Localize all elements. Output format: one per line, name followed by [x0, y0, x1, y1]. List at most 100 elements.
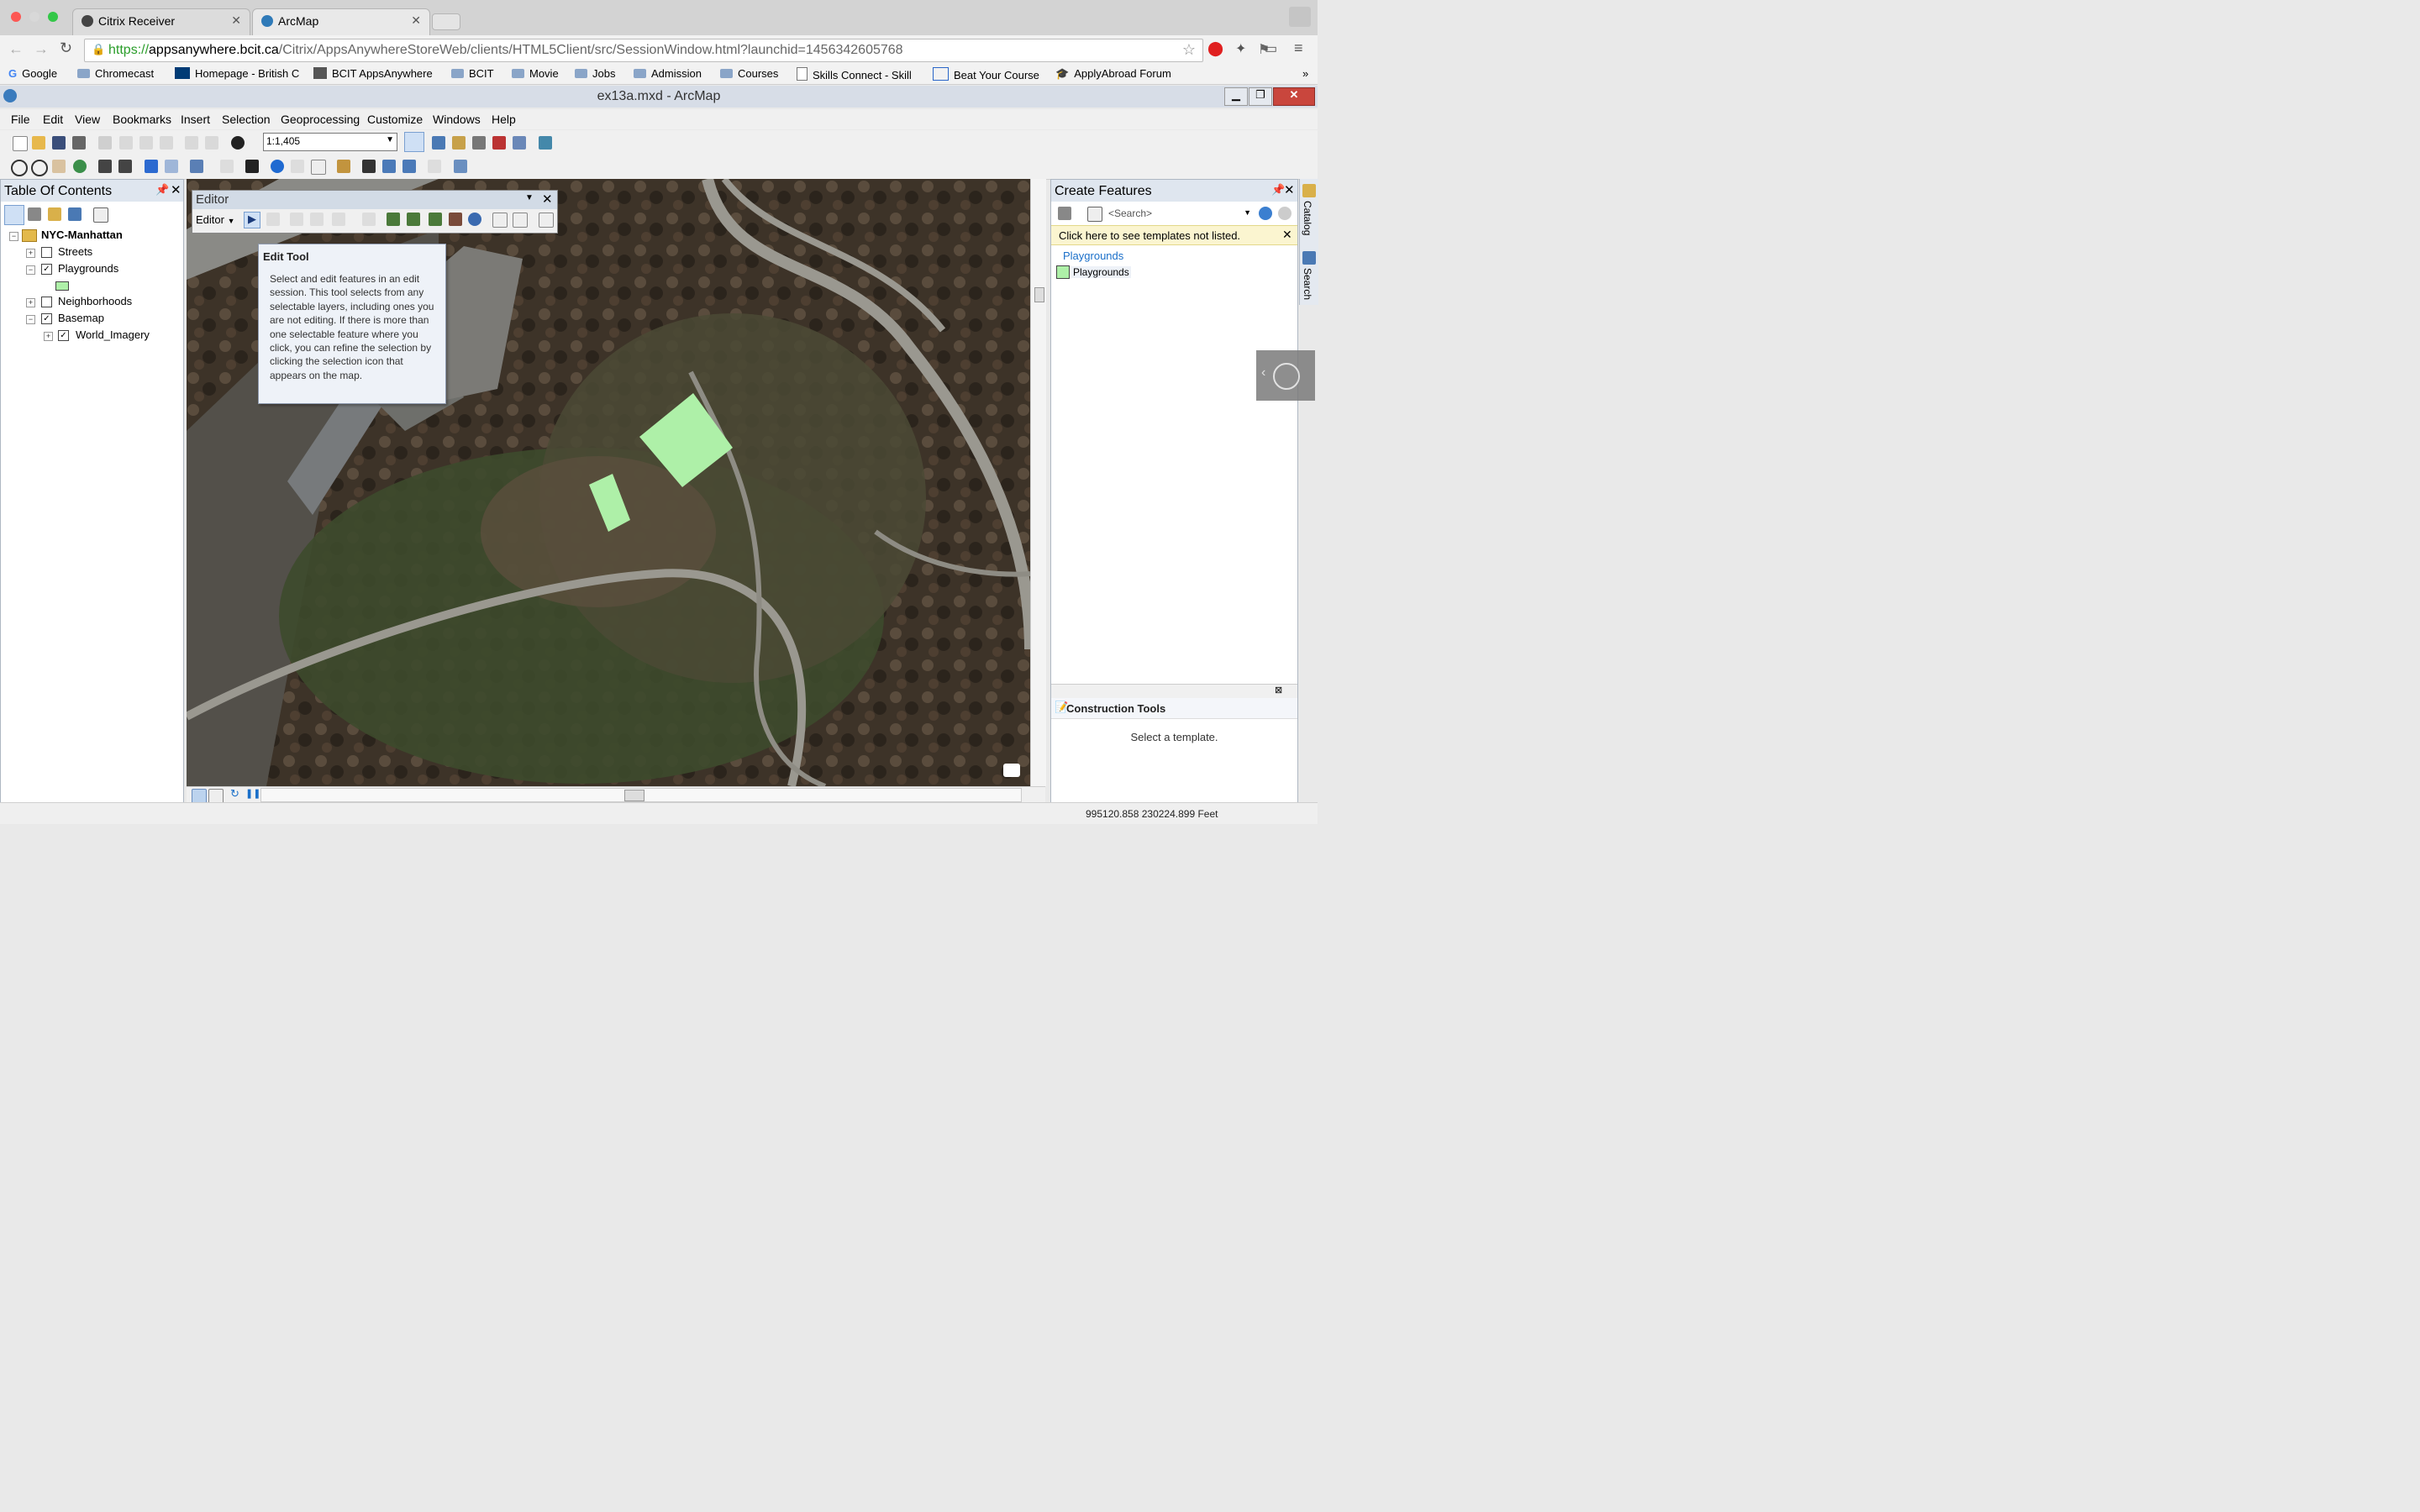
- pause-drawing-icon[interactable]: ❚❚: [245, 788, 260, 799]
- template-search-input[interactable]: <Search> ▼: [1107, 206, 1251, 221]
- undo-icon[interactable]: [185, 136, 198, 150]
- bookmark-chromecast[interactable]: Chromecast: [77, 67, 154, 80]
- playgrounds-symbol[interactable]: [55, 281, 69, 291]
- bookmark-google[interactable]: G Google: [8, 67, 57, 80]
- catalog-window-icon[interactable]: [452, 136, 466, 150]
- chevron-down-icon[interactable]: ▼: [1244, 208, 1251, 217]
- toc-close-icon[interactable]: ✕: [171, 182, 182, 197]
- measure-icon[interactable]: [337, 160, 350, 173]
- fixed-zoom-out-icon[interactable]: [118, 160, 132, 173]
- bookmark-movie[interactable]: Movie: [512, 67, 559, 80]
- menu-insert[interactable]: Insert: [181, 113, 210, 126]
- address-bar[interactable]: 🔒 https://appsanywhere.bcit.ca/Citrix/Ap…: [84, 39, 1203, 62]
- refresh-icon[interactable]: ↻: [230, 787, 239, 801]
- menu-view[interactable]: View: [75, 113, 100, 126]
- organize-templates-icon[interactable]: [1087, 207, 1102, 222]
- layer-visibility-checkbox[interactable]: ✓: [41, 313, 52, 324]
- menu-file[interactable]: File: [11, 113, 30, 126]
- layer-visibility-checkbox[interactable]: [41, 297, 52, 307]
- star-icon[interactable]: ☆: [1182, 41, 1196, 59]
- profile-icon[interactable]: [1289, 7, 1311, 27]
- open-icon[interactable]: [32, 136, 45, 150]
- cast-icon[interactable]: ▭: [1265, 40, 1277, 57]
- maximize-window-icon[interactable]: [48, 12, 58, 22]
- panel-close-icon[interactable]: ✕: [1284, 182, 1295, 197]
- save-icon[interactable]: [52, 136, 66, 150]
- select-elements-icon[interactable]: [245, 160, 259, 173]
- map-vertical-scrollbar[interactable]: [1030, 179, 1046, 786]
- bookmark-homepage[interactable]: Homepage - British C: [175, 67, 299, 80]
- layer-world-imagery[interactable]: World_Imagery: [76, 328, 150, 341]
- editor-toolbar-icon[interactable]: [404, 132, 424, 152]
- split-icon[interactable]: [449, 213, 462, 226]
- puzzle-icon[interactable]: ✦: [1235, 40, 1246, 57]
- editor-titlebar[interactable]: Editor ▼ ✕: [192, 191, 557, 209]
- bookmark-jobs[interactable]: Jobs: [575, 67, 615, 80]
- rotate-icon[interactable]: [468, 213, 481, 226]
- paste-icon[interactable]: [139, 136, 153, 150]
- minimize-button[interactable]: ▁: [1224, 87, 1248, 106]
- zoom-out-icon[interactable]: [31, 160, 48, 176]
- tab-catalog[interactable]: Catalog: [1302, 201, 1313, 235]
- layer-streets[interactable]: Streets: [58, 245, 92, 258]
- modelbuilder-icon[interactable]: [539, 136, 552, 150]
- pan-icon[interactable]: [52, 160, 66, 173]
- tab-citrix-receiver[interactable]: Citrix Receiver ✕: [72, 8, 250, 36]
- edit-vertices-icon[interactable]: [387, 213, 400, 226]
- notice-close-icon[interactable]: ✕: [1282, 228, 1292, 242]
- data-frame-name[interactable]: NYC-Manhattan: [41, 228, 123, 241]
- collapse-icon[interactable]: −: [9, 232, 18, 241]
- expand-icon[interactable]: +: [26, 249, 35, 258]
- tab-close-icon[interactable]: ✕: [411, 13, 421, 28]
- list-by-source-icon[interactable]: [28, 207, 41, 221]
- list-by-drawing-order-icon[interactable]: [4, 205, 24, 225]
- bookmark-beat-your-course[interactable]: Beat Your Course: [933, 67, 1039, 81]
- pin-icon[interactable]: 📌: [1271, 183, 1285, 197]
- toc-window-icon[interactable]: [432, 136, 445, 150]
- adblock-icon[interactable]: ⬤: [1207, 40, 1223, 57]
- minimize-window-icon[interactable]: [29, 12, 39, 22]
- layer-visibility-checkbox[interactable]: ✓: [58, 330, 69, 341]
- collapse-panel-icon[interactable]: ⊠: [1275, 685, 1282, 696]
- next-extent-icon[interactable]: [165, 160, 178, 173]
- reload-icon[interactable]: ↻: [60, 39, 72, 57]
- new-tab-button[interactable]: [432, 13, 460, 30]
- create-features-icon[interactable]: [539, 213, 554, 228]
- attributes-icon[interactable]: [492, 213, 508, 228]
- bookmark-applyabroad[interactable]: 🎓 ApplyAbroad Forum: [1055, 67, 1171, 81]
- new-document-icon[interactable]: [13, 136, 28, 151]
- layer-visibility-checkbox[interactable]: [41, 247, 52, 258]
- fixed-zoom-in-icon[interactable]: [98, 160, 112, 173]
- list-by-visibility-icon[interactable]: [48, 207, 61, 221]
- playgrounds-template[interactable]: Playgrounds: [1071, 266, 1131, 278]
- bookmark-courses[interactable]: Courses: [720, 67, 778, 80]
- trace-icon[interactable]: [332, 213, 345, 226]
- straight-segment-icon[interactable]: [290, 213, 303, 226]
- previous-extent-icon[interactable]: [145, 160, 158, 173]
- search-icon[interactable]: [1259, 207, 1272, 220]
- catalog-icon[interactable]: [1302, 184, 1316, 197]
- search-tab-icon[interactable]: [1302, 251, 1316, 265]
- clear-search-icon[interactable]: [1278, 207, 1292, 220]
- back-icon[interactable]: ←: [8, 40, 24, 58]
- add-data-icon[interactable]: [231, 136, 245, 150]
- forward-icon[interactable]: →: [34, 40, 49, 58]
- sketch-properties-icon[interactable]: [513, 213, 528, 228]
- time-slider-icon[interactable]: [428, 160, 441, 173]
- menu-selection[interactable]: Selection: [222, 113, 271, 126]
- html-popup-icon[interactable]: [311, 160, 326, 175]
- cut-icon[interactable]: [98, 136, 112, 150]
- find-route-icon[interactable]: [382, 160, 396, 173]
- layer-visibility-checkbox[interactable]: ✓: [41, 264, 52, 275]
- arctoolbox-icon[interactable]: [492, 136, 506, 150]
- map-tips-icon[interactable]: [1003, 764, 1020, 777]
- identify-icon[interactable]: [271, 160, 284, 173]
- menu-windows[interactable]: Windows: [433, 113, 481, 126]
- expand-icon[interactable]: +: [44, 332, 53, 341]
- find-icon[interactable]: [362, 160, 376, 173]
- editor-close-icon[interactable]: ✕: [542, 192, 553, 207]
- layer-basemap[interactable]: Basemap: [58, 312, 104, 324]
- menu-edit[interactable]: Edit: [43, 113, 63, 126]
- bookmark-bcit-appsanywhere[interactable]: BCIT AppsAnywhere: [313, 67, 433, 80]
- playground-feature[interactable]: [589, 474, 630, 532]
